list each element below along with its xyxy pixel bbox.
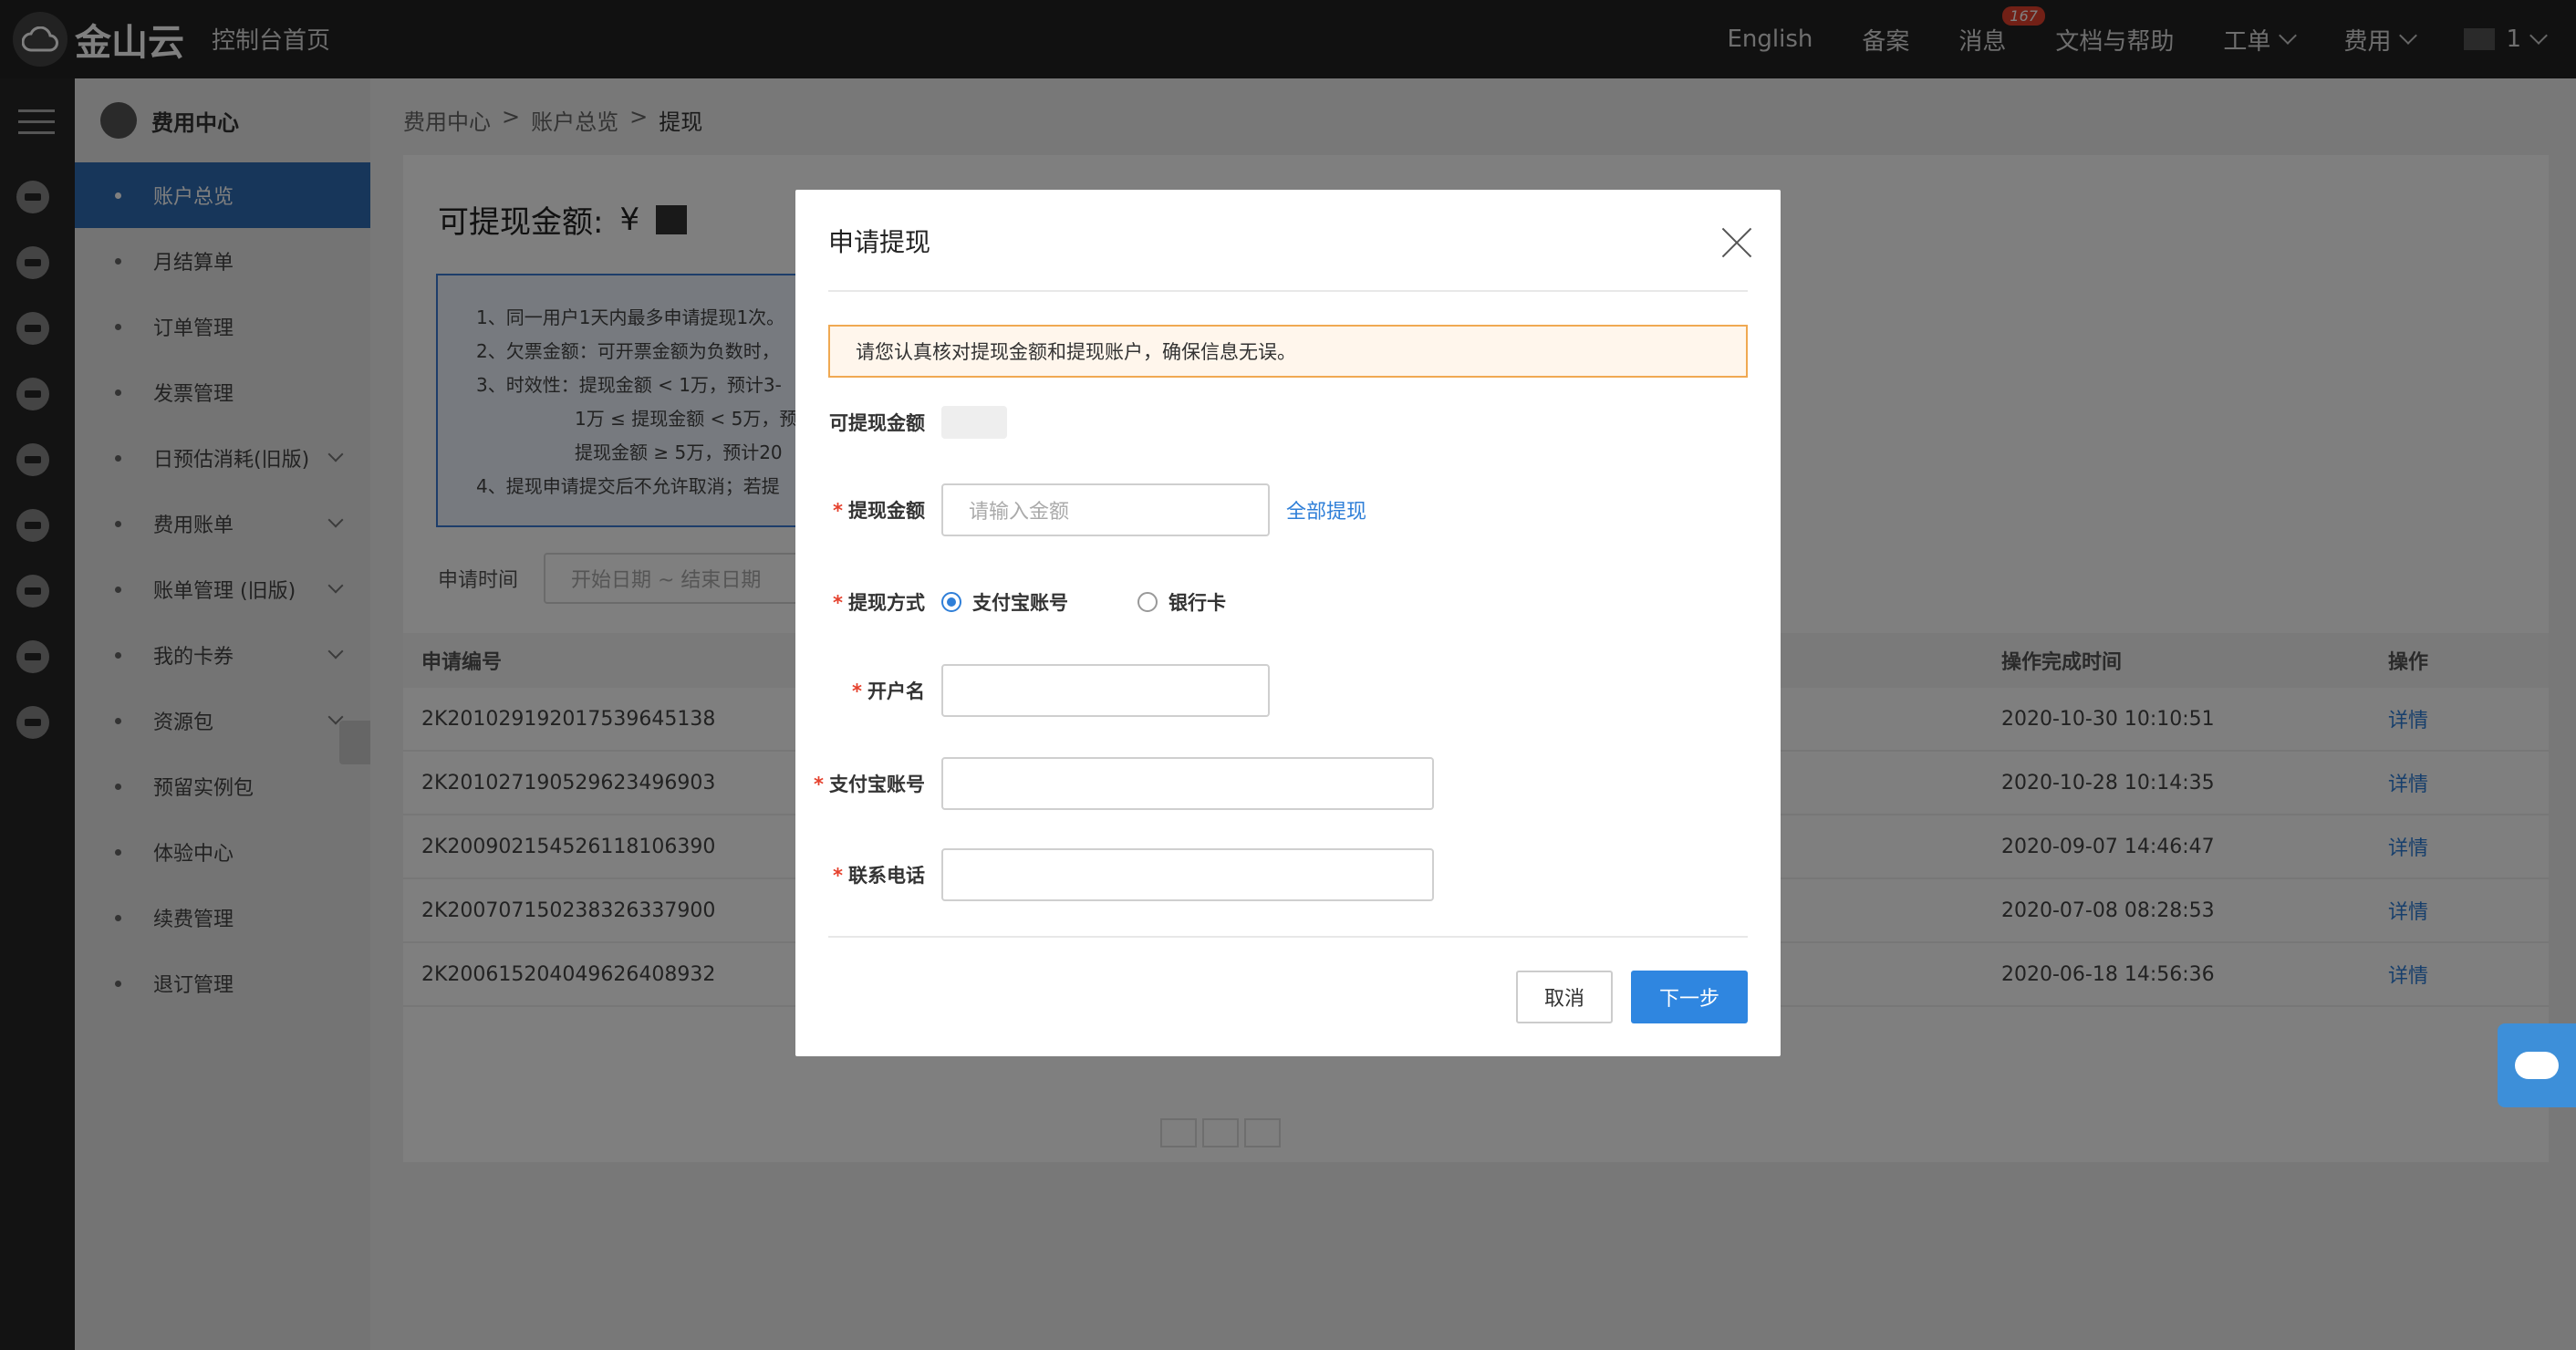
- phone-row: * 联系电话: [795, 848, 1781, 901]
- bank-card-radio[interactable]: [1137, 592, 1158, 612]
- alipay-account-label-text: 支付宝账号: [829, 774, 925, 795]
- divider: [828, 936, 1748, 938]
- verification-warning: 请您认真核对提现金额和提现账户，确保信息无误。: [828, 325, 1748, 378]
- alipay-account-label: * 支付宝账号: [814, 774, 925, 795]
- next-step-button[interactable]: 下一步: [1631, 971, 1748, 1023]
- account-name-label: * 开户名: [852, 680, 925, 702]
- phone-label: * 联系电话: [833, 865, 925, 887]
- account-name-input[interactable]: [941, 664, 1270, 717]
- account-name-row: * 开户名: [795, 664, 1781, 717]
- amount-input[interactable]: 请输入金额: [941, 483, 1270, 536]
- close-icon[interactable]: [1719, 224, 1755, 261]
- available-amount-label: 可提现金额: [829, 412, 925, 434]
- withdraw-all-link[interactable]: 全部提现: [1286, 495, 1366, 524]
- cancel-button[interactable]: 取消: [1516, 971, 1613, 1023]
- amount-label: * 提现金额: [833, 500, 925, 522]
- withdraw-dialog: 申请提现 请您认真核对提现金额和提现账户，确保信息无误。 可提现金额 * 提现金额…: [795, 190, 1781, 1056]
- account-name-label-text: 开户名: [867, 680, 925, 702]
- alipay-account-row: * 支付宝账号: [795, 757, 1781, 810]
- method-label-text: 提现方式: [848, 592, 925, 614]
- available-amount-row: 可提现金额: [795, 396, 1781, 449]
- amount-label-text: 提现金额: [848, 500, 925, 522]
- alipay-account-input[interactable]: [941, 757, 1434, 810]
- divider: [828, 290, 1748, 292]
- alipay-radio[interactable]: [941, 592, 961, 612]
- amount-row: * 提现金额 请输入金额 全部提现: [795, 483, 1781, 536]
- phone-label-text: 联系电话: [848, 865, 925, 887]
- floating-support-button[interactable]: [2498, 1023, 2576, 1107]
- alipay-radio-label[interactable]: 支付宝账号: [972, 588, 1068, 616]
- method-label: * 提现方式: [833, 592, 925, 614]
- method-row: * 提现方式 支付宝账号 银行卡: [795, 582, 1781, 622]
- phone-input[interactable]: [941, 848, 1434, 901]
- masked-available-amount: [941, 406, 1007, 439]
- bank-card-radio-label[interactable]: 银行卡: [1169, 588, 1226, 616]
- support-cloud-icon: [2515, 1052, 2559, 1079]
- dialog-title: 申请提现: [828, 227, 931, 257]
